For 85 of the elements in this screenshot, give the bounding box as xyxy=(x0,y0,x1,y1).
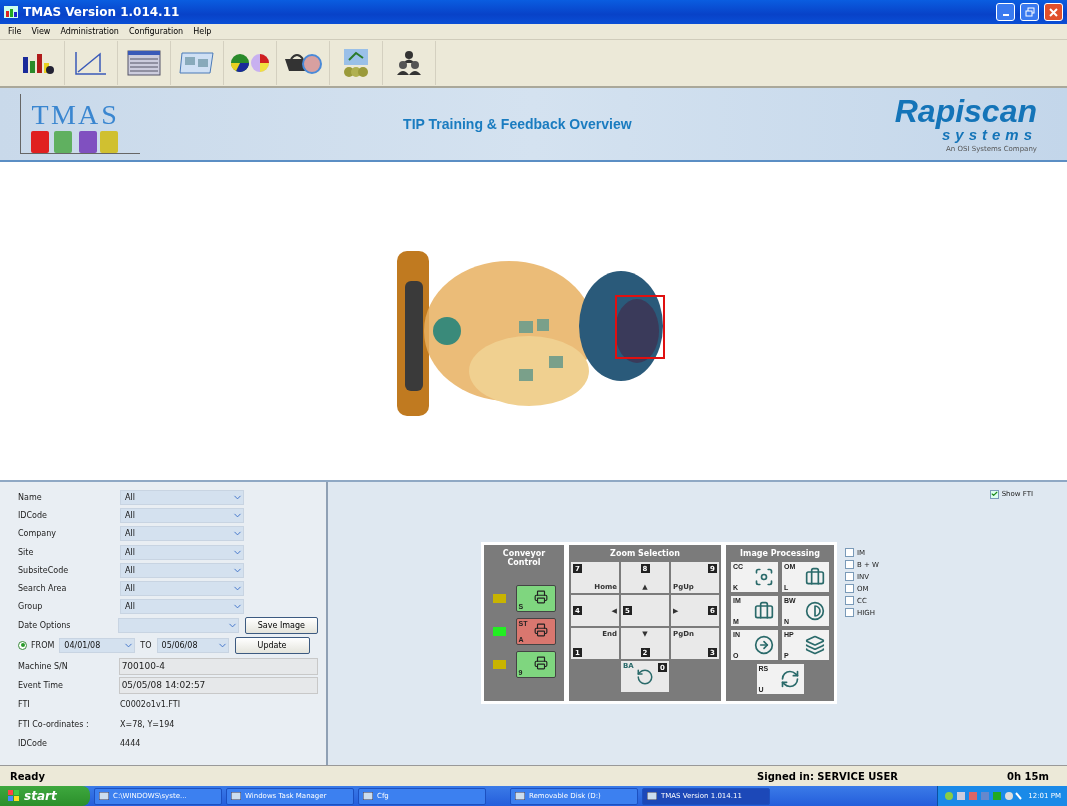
from-date-dropdown[interactable]: 04/01/08 xyxy=(59,637,136,653)
elapsed-time: 0h 15m xyxy=(1006,770,1050,782)
window-icon xyxy=(647,792,657,800)
from-label: FROM xyxy=(31,640,55,650)
printer-icon xyxy=(533,656,548,670)
close-icon xyxy=(1049,7,1058,17)
filter-dropdown[interactable]: All xyxy=(120,526,244,542)
menu-item[interactable]: Administration xyxy=(60,27,119,36)
page-title: TIP Training & Feedback Overview xyxy=(402,116,633,132)
checkbox[interactable] xyxy=(845,548,854,557)
filter-label: Search Area xyxy=(18,584,68,594)
briefcase-icon xyxy=(805,567,825,587)
document-icon xyxy=(179,51,215,75)
printer-icon xyxy=(533,623,548,637)
menu-item[interactable]: File xyxy=(8,27,22,36)
radio-button[interactable] xyxy=(18,640,27,650)
briefcase-icon xyxy=(754,601,774,621)
signed-in-user: Signed in: SERVICE USER xyxy=(756,770,900,782)
table-icon xyxy=(127,50,161,76)
detail-value: 4444 xyxy=(120,739,141,749)
checkbox[interactable] xyxy=(845,560,854,569)
windows-logo-icon xyxy=(8,790,20,802)
minimize-button[interactable] xyxy=(996,3,1015,21)
fti-marker xyxy=(614,295,665,359)
brand-subtitle: systems xyxy=(941,127,1037,142)
focus-icon xyxy=(754,567,774,587)
menu-item[interactable]: View xyxy=(31,27,51,36)
window-title: TMAS Version 1.014.11 xyxy=(23,5,181,19)
filter-label: Site xyxy=(18,547,35,557)
detail-label: FTI Co-ordinates : xyxy=(18,719,90,729)
start-button[interactable]: start xyxy=(0,786,90,806)
detail-field: 700100-4 xyxy=(118,657,318,675)
save-image-button[interactable]: Save Image xyxy=(244,616,318,634)
filter-label: Company xyxy=(18,529,58,539)
tmas-logo: TMAS xyxy=(20,94,140,154)
bag-icon xyxy=(283,51,323,75)
checkbox[interactable] xyxy=(845,608,854,617)
window-icon xyxy=(363,792,373,800)
window-icon xyxy=(99,792,109,800)
filter-label: Date Options xyxy=(18,620,72,630)
filter-dropdown[interactable]: All xyxy=(120,489,244,505)
filter-label: SubsiteCode xyxy=(18,565,70,575)
detail-label: Machine S/N xyxy=(18,661,69,671)
group-title: Zoom Selection xyxy=(610,549,680,558)
people-icon xyxy=(396,50,422,76)
checkbox[interactable] xyxy=(845,596,854,605)
menu-item[interactable]: Help xyxy=(193,27,212,36)
pie-chart-icon xyxy=(230,52,270,74)
restore-button[interactable] xyxy=(1020,3,1039,21)
detail-field: 05/05/08 14:02:57 xyxy=(118,676,318,694)
to-label: TO xyxy=(140,640,152,650)
filter-label: Group xyxy=(18,602,44,612)
printer-icon xyxy=(533,590,548,604)
menu-item[interactable]: Configuration xyxy=(128,27,184,36)
update-button[interactable]: Update xyxy=(234,636,310,654)
detail-label: IDCode xyxy=(18,739,48,749)
status-message: Ready xyxy=(9,770,46,782)
checkbox[interactable] xyxy=(845,584,854,593)
contrast-icon xyxy=(805,601,825,621)
restore-icon xyxy=(1024,7,1035,17)
layers-icon xyxy=(805,635,825,655)
detail-label: Event Time xyxy=(18,680,65,690)
filter-dropdown[interactable]: All xyxy=(120,562,244,578)
rotate-icon xyxy=(636,667,654,686)
filter-dropdown[interactable]: All xyxy=(120,544,244,560)
filter-label: Name xyxy=(18,492,43,502)
detail-value: X=78, Y=194 xyxy=(120,719,175,729)
line-chart-icon xyxy=(74,50,108,76)
filter-dropdown[interactable]: All xyxy=(120,599,244,615)
group-title: Image Processing xyxy=(740,549,820,558)
checkbox[interactable] xyxy=(989,489,999,499)
app-icon xyxy=(4,6,18,18)
checkbox[interactable] xyxy=(845,572,854,581)
detail-value: C0002o1v1.FTI xyxy=(120,700,180,710)
filter-label: IDCode xyxy=(18,510,48,520)
to-date-dropdown[interactable]: 05/06/08 xyxy=(156,637,229,653)
group-title: Conveyor Control xyxy=(501,549,547,567)
window-icon xyxy=(231,792,241,800)
refresh-icon xyxy=(779,669,800,689)
detail-label: FTI xyxy=(18,700,31,710)
bar-chart-icon xyxy=(21,51,55,75)
filter-dropdown[interactable]: All xyxy=(120,581,244,597)
close-button[interactable] xyxy=(1044,3,1063,21)
filter-dropdown[interactable]: All xyxy=(120,507,244,523)
window-icon xyxy=(515,792,525,800)
